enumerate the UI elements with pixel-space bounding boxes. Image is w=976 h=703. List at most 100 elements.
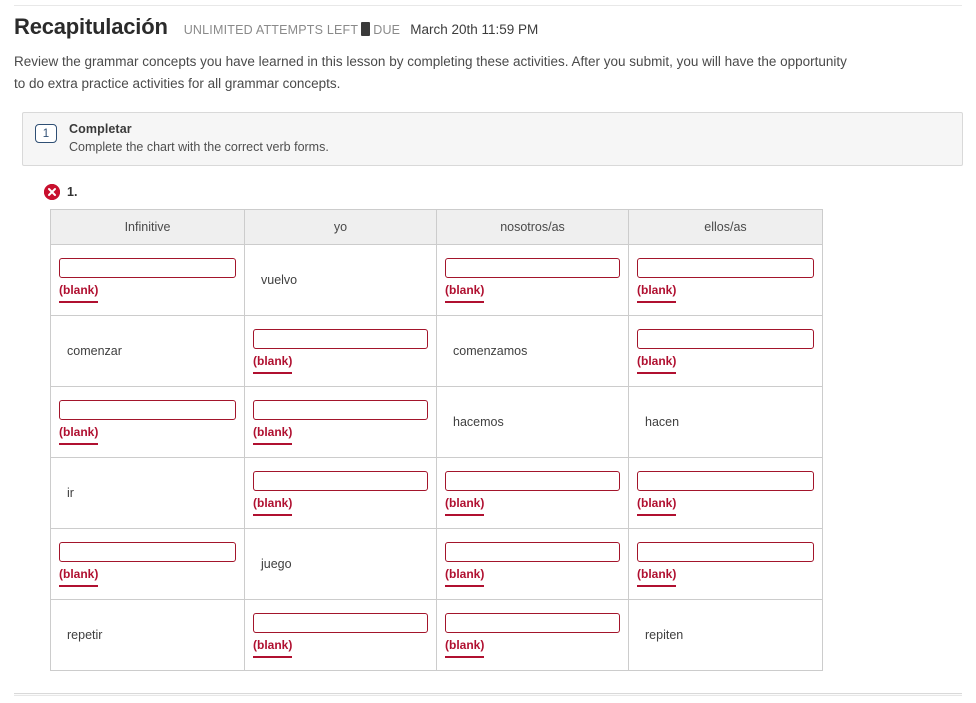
table-cell-blank: (blank) xyxy=(628,528,823,600)
meta-separator-icon xyxy=(361,22,371,36)
verb-form-text: comenzamos xyxy=(453,344,528,358)
blank-answer-group: (blank) xyxy=(253,612,428,658)
verb-answer-input[interactable] xyxy=(637,541,814,562)
table-cell-blank: (blank) xyxy=(50,386,245,458)
table-cell-text: vuelvo xyxy=(244,244,437,316)
table-cell-blank: (blank) xyxy=(244,457,437,529)
verb-form-text: comenzar xyxy=(67,344,122,358)
blank-answer-group: (blank) xyxy=(253,470,428,516)
table-header-row: Infinitive yo nosotros/as ellos/as xyxy=(50,209,823,245)
blank-answer-label: (blank) xyxy=(59,567,99,587)
verb-form-text: hacen xyxy=(645,415,680,429)
blank-answer-group: (blank) xyxy=(445,470,620,516)
blank-answer-label: (blank) xyxy=(445,567,485,587)
blank-answer-group: (blank) xyxy=(59,257,236,303)
verb-form-text: repiten xyxy=(645,628,684,642)
activity-banner: 1 Completar Complete the chart with the … xyxy=(22,112,963,166)
assignment-header: Recapitulación UNLIMITED ATTEMPTS LEFT D… xyxy=(14,0,962,40)
table-cell-blank: (blank) xyxy=(436,457,629,529)
activity-number-badge: 1 xyxy=(35,124,57,143)
table-cell-blank: (blank) xyxy=(244,599,437,671)
table-cell-blank: (blank) xyxy=(628,244,823,316)
blank-answer-group: (blank) xyxy=(445,612,620,658)
table-cell-blank: (blank) xyxy=(436,599,629,671)
verb-answer-input[interactable] xyxy=(445,470,620,491)
blank-answer-label: (blank) xyxy=(637,354,677,374)
table-row: ir (blank) (blank) (blank) xyxy=(50,457,823,529)
verb-answer-input[interactable] xyxy=(637,257,814,278)
verb-answer-input[interactable] xyxy=(253,399,428,420)
blank-answer-label: (blank) xyxy=(59,283,99,303)
table-cell-blank: (blank) xyxy=(628,315,823,387)
table-cell-text: hacen xyxy=(628,386,823,458)
verb-form-text: vuelvo xyxy=(261,273,298,287)
verb-answer-input[interactable] xyxy=(59,399,236,420)
blank-answer-group: (blank) xyxy=(637,541,814,587)
table-row: comenzar (blank) comenzamos (blank) xyxy=(50,315,823,387)
table-row: (blank) vuelvo (blank) (blank) xyxy=(50,244,823,316)
column-header-infinitive: Infinitive xyxy=(50,209,245,245)
verb-form-text: ir xyxy=(67,486,74,500)
question-header: 1. xyxy=(44,184,962,200)
table-cell-blank: (blank) xyxy=(628,457,823,529)
blank-answer-group: (blank) xyxy=(253,328,428,374)
verb-form-text: hacemos xyxy=(453,415,504,429)
blank-answer-label: (blank) xyxy=(637,496,677,516)
blank-answer-group: (blank) xyxy=(445,257,620,303)
verb-answer-input[interactable] xyxy=(445,612,620,633)
blank-answer-label: (blank) xyxy=(445,283,485,303)
activity-instructions: Complete the chart with the correct verb… xyxy=(69,140,329,154)
table-cell-blank: (blank) xyxy=(436,244,629,316)
table-cell-text: ir xyxy=(50,457,245,529)
table-cell-text: repiten xyxy=(628,599,823,671)
blank-answer-label: (blank) xyxy=(445,496,485,516)
blank-answer-group: (blank) xyxy=(59,399,236,445)
verb-conjugation-table: Infinitive yo nosotros/as ellos/as (blan… xyxy=(50,209,823,671)
blank-answer-label: (blank) xyxy=(637,567,677,587)
due-date: March 20th 11:59 PM xyxy=(410,22,539,37)
activity-title: Completar xyxy=(69,122,132,136)
table-cell-blank: (blank) xyxy=(436,528,629,600)
verb-answer-input[interactable] xyxy=(59,257,236,278)
verb-answer-input[interactable] xyxy=(637,328,814,349)
blank-answer-group: (blank) xyxy=(59,541,236,587)
question-block: 1. Infinitive yo nosotros/as ellos/as (b… xyxy=(44,184,962,671)
verb-answer-input[interactable] xyxy=(59,541,236,562)
table-cell-text: hacemos xyxy=(436,386,629,458)
table-cell-blank: (blank) xyxy=(244,386,437,458)
due-label: DUE xyxy=(373,23,401,37)
assignment-page: Recapitulación UNLIMITED ATTEMPTS LEFT D… xyxy=(0,0,976,671)
blank-answer-group: (blank) xyxy=(253,399,428,445)
verb-answer-input[interactable] xyxy=(637,470,814,491)
blank-answer-label: (blank) xyxy=(445,638,485,658)
blank-answer-label: (blank) xyxy=(253,496,293,516)
verb-form-text: juego xyxy=(261,557,292,571)
table-cell-text: comenzar xyxy=(50,315,245,387)
incorrect-x-icon xyxy=(44,184,60,200)
blank-answer-group: (blank) xyxy=(445,541,620,587)
table-row: repetir (blank) (blank) repiten xyxy=(50,599,823,671)
column-header-yo: yo xyxy=(244,209,437,245)
column-header-nosotros: nosotros/as xyxy=(436,209,629,245)
table-row: (blank) (blank) hacemos hacen xyxy=(50,386,823,458)
verb-table-body: (blank) vuelvo (blank) (blank) comenzar (blan… xyxy=(50,244,823,671)
verb-answer-input[interactable] xyxy=(253,470,428,491)
table-cell-blank: (blank) xyxy=(50,528,245,600)
page-title: Recapitulación xyxy=(14,14,168,39)
assignment-meta: UNLIMITED ATTEMPTS LEFT DUE March 20th 1… xyxy=(183,20,539,37)
verb-answer-input[interactable] xyxy=(253,328,428,349)
blank-answer-label: (blank) xyxy=(637,283,677,303)
blank-answer-group: (blank) xyxy=(637,257,814,303)
assignment-description: Review the grammar concepts you have lea… xyxy=(14,54,847,91)
question-number: 1. xyxy=(67,185,78,199)
table-row: (blank) juego (blank) (blank) xyxy=(50,528,823,600)
table-cell-blank: (blank) xyxy=(50,244,245,316)
attempts-left-label: UNLIMITED ATTEMPTS LEFT xyxy=(183,23,359,37)
table-cell-text: repetir xyxy=(50,599,245,671)
verb-answer-input[interactable] xyxy=(445,257,620,278)
verb-answer-input[interactable] xyxy=(445,541,620,562)
page-bottom-divider xyxy=(14,693,962,696)
table-cell-text: juego xyxy=(244,528,437,600)
blank-answer-label: (blank) xyxy=(59,425,99,445)
verb-answer-input[interactable] xyxy=(253,612,428,633)
